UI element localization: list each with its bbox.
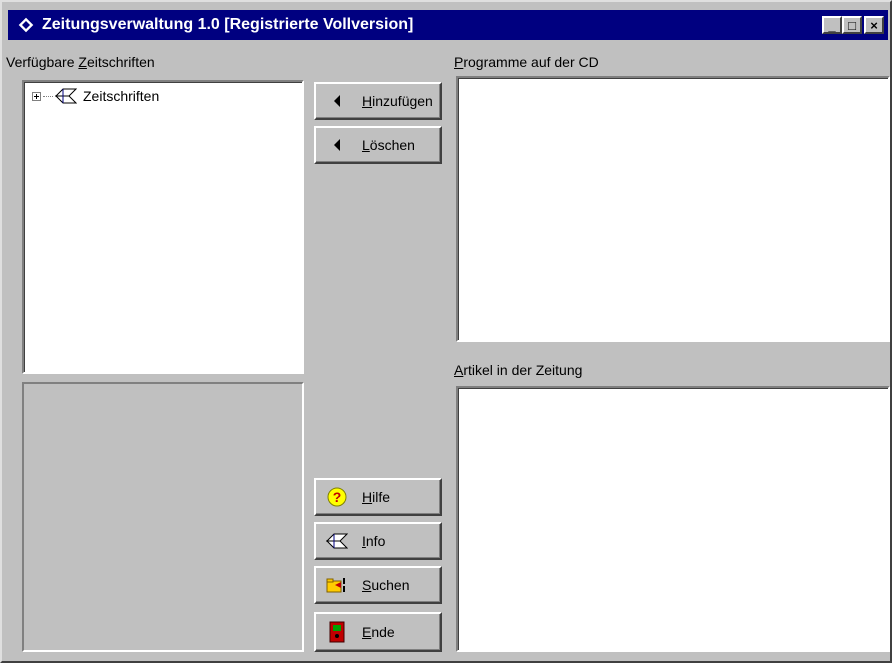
close-button[interactable]: × bbox=[864, 16, 884, 34]
diamond-book-icon bbox=[55, 88, 77, 104]
expand-icon[interactable] bbox=[32, 91, 41, 101]
articles-list[interactable] bbox=[456, 386, 890, 652]
info-button[interactable]: Info bbox=[314, 522, 442, 560]
search-button[interactable]: Suchen bbox=[314, 566, 442, 604]
diamond-book-icon bbox=[326, 530, 348, 552]
folder-search-icon bbox=[326, 574, 348, 596]
main-window: Zeitungsverwaltung 1.0 [Registrierte Vol… bbox=[0, 0, 892, 663]
window-title: Zeitungsverwaltung 1.0 [Registrierte Vol… bbox=[42, 16, 414, 33]
magazines-tree[interactable]: Zeitschriften bbox=[22, 80, 304, 374]
exit-door-icon bbox=[326, 621, 348, 643]
programs-list[interactable] bbox=[456, 76, 890, 342]
maximize-icon: □ bbox=[848, 17, 856, 33]
exit-button[interactable]: Ende bbox=[314, 612, 442, 652]
help-button[interactable]: ? Hilfe bbox=[314, 478, 442, 516]
minimize-icon: _ bbox=[828, 17, 836, 33]
app-icon bbox=[17, 16, 35, 34]
add-button[interactable]: Hinzufügen bbox=[314, 82, 442, 120]
tree-item-zeitschriften[interactable]: Zeitschriften bbox=[32, 88, 159, 104]
question-icon: ? bbox=[326, 486, 348, 508]
title-bar[interactable]: Zeitungsverwaltung 1.0 [Registrierte Vol… bbox=[8, 10, 888, 40]
maximize-button[interactable]: □ bbox=[842, 16, 862, 34]
programs-on-cd-label: Programme auf der CD bbox=[454, 54, 599, 70]
minimize-button[interactable]: _ bbox=[822, 16, 842, 34]
arrow-left-icon bbox=[326, 90, 348, 112]
articles-label: Artikel in der Zeitung bbox=[454, 362, 583, 378]
close-icon: × bbox=[870, 17, 878, 33]
details-panel bbox=[22, 382, 304, 652]
delete-button[interactable]: Löschen bbox=[314, 126, 442, 164]
svg-text:?: ? bbox=[333, 489, 342, 505]
available-magazines-label: Verfügbare Zeitschriften bbox=[6, 54, 155, 70]
arrow-left-icon bbox=[326, 134, 348, 156]
tree-item-label: Zeitschriften bbox=[83, 88, 160, 104]
